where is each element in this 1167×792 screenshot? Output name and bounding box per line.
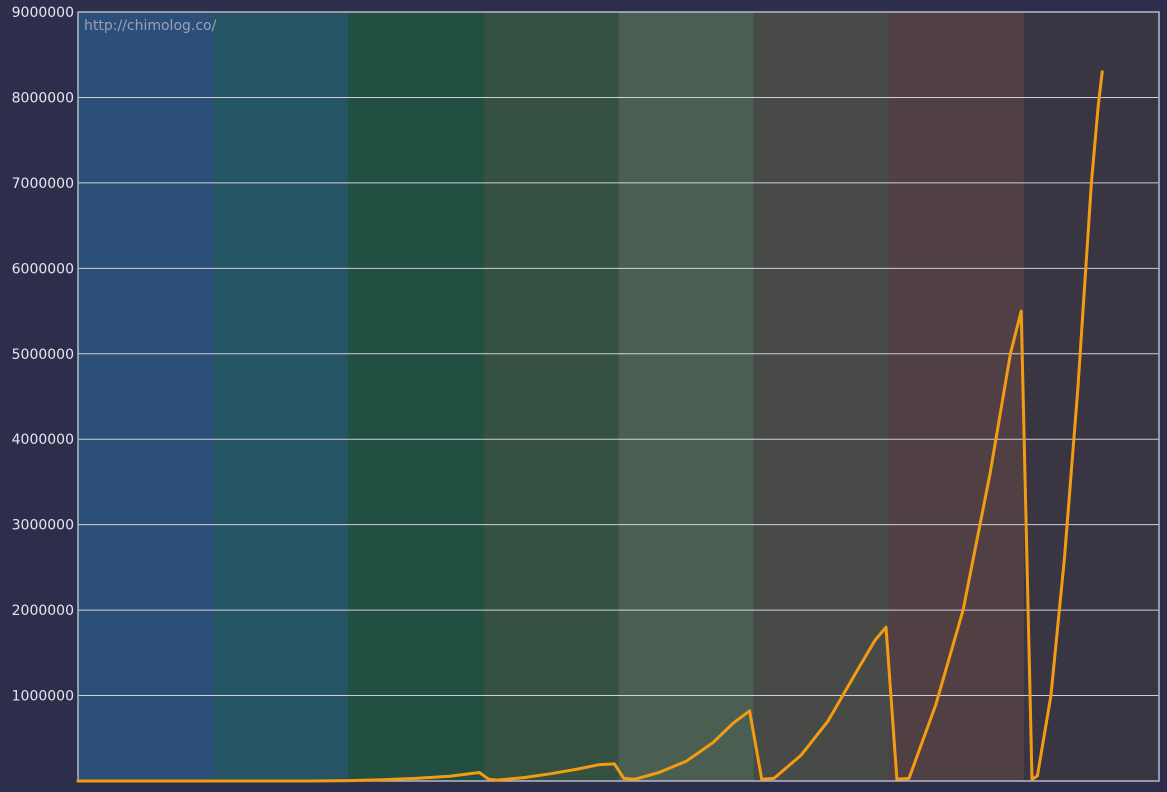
y-tick-label: 7000000 [12,176,74,192]
y-tick-label: 6000000 [12,261,74,277]
background-band-8 [1023,12,1160,781]
background-band-5 [618,12,755,781]
chart-svg: 1000000 2000000 3000000 4000000 5000000 60000… [12,5,1160,783]
watermark-text: http://chimolog.co/ [84,18,217,34]
y-tick-label: 8000000 [12,90,74,106]
y-tick-label: 4000000 [12,432,74,448]
y-tick-label: 3000000 [12,518,74,534]
y-tick-label: 1000000 [12,689,74,705]
y-tick-labels: 1000000 2000000 3000000 4000000 5000000 60000… [12,5,74,705]
background-band-1 [78,12,214,781]
background-band-2 [213,12,349,781]
y-tick-label: 5000000 [12,347,74,363]
background-band-6 [753,12,890,781]
background-band-4 [483,12,619,781]
chart: 1000000 2000000 3000000 4000000 5000000 60000… [0,0,1167,788]
background-bands [78,12,1160,781]
y-tick-label: 9000000 [12,5,74,21]
background-band-3 [348,12,484,781]
y-tick-label: 2000000 [12,603,74,619]
